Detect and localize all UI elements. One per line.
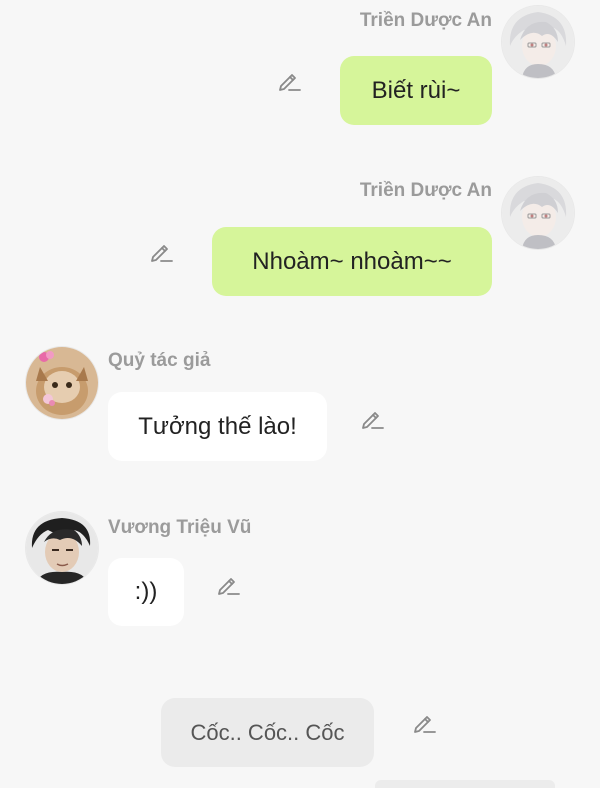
avatar-white-haired-boy[interactable] bbox=[502, 177, 574, 249]
message-bubble[interactable]: Tưởng thế lào! bbox=[108, 392, 327, 461]
narration-bubble[interactable]: Cốc.. Cốc.. Cốc bbox=[161, 698, 374, 767]
avatar-white-haired-boy[interactable] bbox=[502, 6, 574, 78]
message-bubble[interactable]: :)) bbox=[108, 558, 184, 626]
pencil-edit-icon[interactable] bbox=[360, 405, 386, 431]
sender-name: Triền Dược An bbox=[359, 180, 492, 201]
avatar-dark-haired-man[interactable] bbox=[26, 512, 98, 584]
pencil-edit-icon[interactable] bbox=[149, 238, 175, 264]
sender-name: Quỷ tác giả bbox=[108, 350, 211, 371]
sender-name: Triền Dược An bbox=[359, 10, 492, 31]
pencil-edit-icon[interactable] bbox=[216, 571, 242, 597]
message-bubble[interactable]: Biết rùi~ bbox=[340, 56, 492, 125]
message-bubble[interactable]: Nhoàm~ nhoàm~~ bbox=[212, 227, 492, 296]
pencil-edit-icon[interactable] bbox=[277, 67, 303, 93]
avatar-cat[interactable] bbox=[26, 347, 98, 419]
sender-name: Vương Triệu Vũ bbox=[108, 517, 252, 538]
pencil-edit-icon[interactable] bbox=[412, 709, 438, 735]
chat-conversation: Triền Dược An Biết rùi~ Triền Dược An Nh… bbox=[0, 0, 600, 788]
next-message-partial bbox=[375, 780, 555, 788]
